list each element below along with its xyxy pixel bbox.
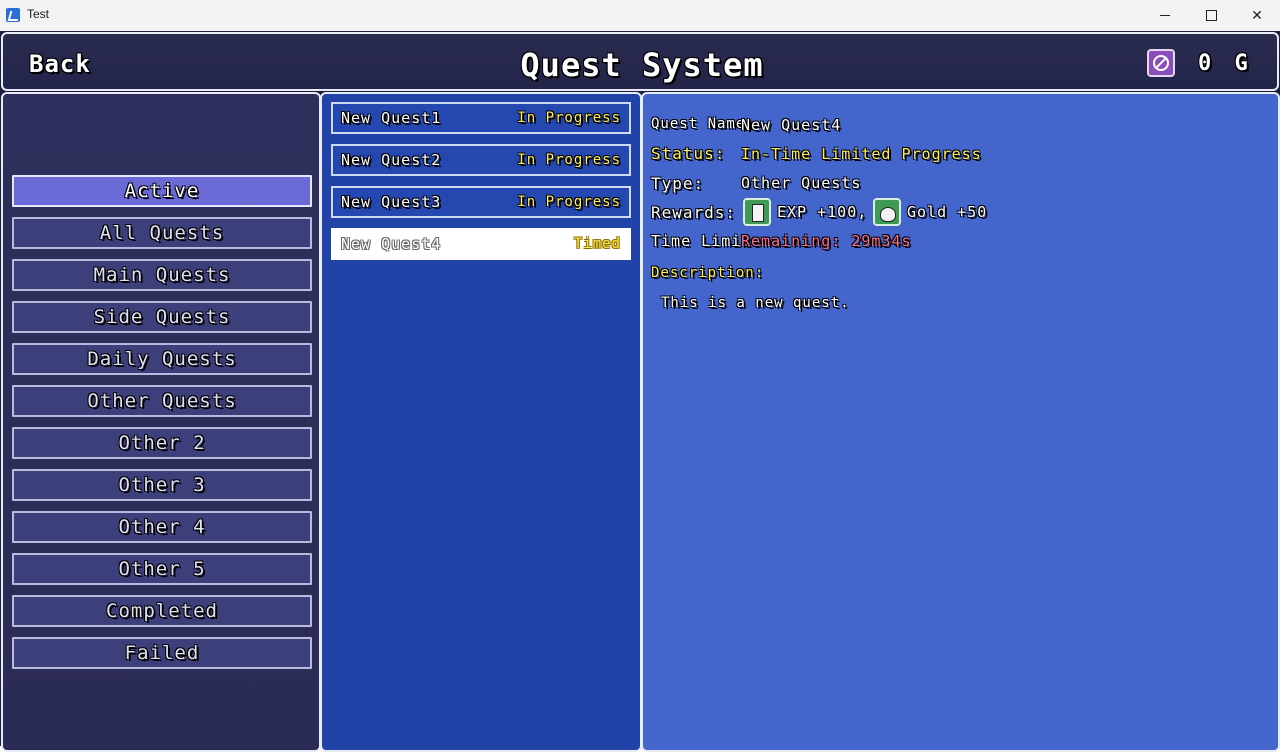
close-icon: ✕ bbox=[1251, 7, 1263, 24]
maximize-button[interactable] bbox=[1188, 0, 1234, 31]
window-title: Test bbox=[27, 7, 50, 21]
game-screen: Back Quest System 0 G Active All Quests … bbox=[0, 31, 1280, 752]
quest-list-panel: New Quest1 In Progress New Quest2 In Pro… bbox=[320, 92, 642, 752]
window-titlebar: Test ✕ bbox=[0, 0, 1280, 32]
category-main-quests[interactable]: Main Quests bbox=[12, 259, 312, 291]
category-other-4[interactable]: Other 4 bbox=[12, 511, 312, 543]
close-button[interactable]: ✕ bbox=[1234, 0, 1280, 31]
description-label: Description: bbox=[651, 265, 765, 281]
quest-name-value: New Quest4 bbox=[741, 116, 842, 134]
gold-bag-icon bbox=[873, 198, 901, 226]
quest-name-label: Quest Name: bbox=[651, 116, 755, 132]
gold-coin-icon bbox=[1147, 49, 1175, 77]
rewards-label: Rewards: bbox=[651, 203, 737, 222]
time-remaining: Remaining: 29m34s bbox=[741, 232, 912, 250]
quest-row[interactable]: New Quest3 In Progress bbox=[331, 186, 631, 218]
quest-row[interactable]: New Quest1 In Progress bbox=[331, 102, 631, 134]
quest-row[interactable]: New Quest4 Timed bbox=[331, 228, 631, 260]
category-failed[interactable]: Failed bbox=[12, 637, 312, 669]
quest-row[interactable]: New Quest2 In Progress bbox=[331, 144, 631, 176]
status-value: In-Time Limited Progress bbox=[741, 145, 982, 163]
quest-name: New Quest1 bbox=[341, 109, 442, 127]
minimize-button[interactable] bbox=[1142, 0, 1188, 31]
page-title: Quest System bbox=[520, 46, 764, 84]
quest-detail-panel: Quest Name: New Quest4 Status: In-Time L… bbox=[641, 92, 1280, 752]
category-other-3[interactable]: Other 3 bbox=[12, 469, 312, 501]
category-other-quests[interactable]: Other Quests bbox=[12, 385, 312, 417]
exp-book-icon bbox=[743, 198, 771, 226]
type-label: Type: bbox=[651, 174, 705, 193]
minimize-icon bbox=[1160, 15, 1170, 16]
header-window: Back Quest System 0 G bbox=[1, 32, 1279, 91]
status-label: Status: bbox=[651, 144, 726, 163]
quest-name: New Quest4 bbox=[341, 235, 442, 253]
category-other-2[interactable]: Other 2 bbox=[12, 427, 312, 459]
category-active[interactable]: Active bbox=[12, 175, 312, 207]
description-text: This is a new quest. bbox=[661, 295, 850, 311]
quest-status: In Progress bbox=[517, 152, 621, 168]
gold-amount: 0 G bbox=[1198, 51, 1249, 76]
app-icon bbox=[6, 8, 20, 22]
quest-name: New Quest2 bbox=[341, 151, 442, 169]
quest-name: New Quest3 bbox=[341, 193, 442, 211]
quest-status: In Progress bbox=[517, 194, 621, 210]
category-other-5[interactable]: Other 5 bbox=[12, 553, 312, 585]
category-side-quests[interactable]: Side Quests bbox=[12, 301, 312, 333]
maximize-icon bbox=[1205, 10, 1217, 21]
category-daily-quests[interactable]: Daily Quests bbox=[12, 343, 312, 375]
type-value: Other Quests bbox=[741, 174, 862, 192]
reward-gold: Gold +50 bbox=[907, 203, 988, 221]
quest-status: In Progress bbox=[517, 110, 621, 126]
category-completed[interactable]: Completed bbox=[12, 595, 312, 627]
reward-exp: EXP +100, bbox=[777, 203, 868, 221]
category-panel: Active All Quests Main Quests Side Quest… bbox=[1, 92, 321, 752]
quest-status: Timed bbox=[573, 236, 621, 252]
category-all-quests[interactable]: All Quests bbox=[12, 217, 312, 249]
